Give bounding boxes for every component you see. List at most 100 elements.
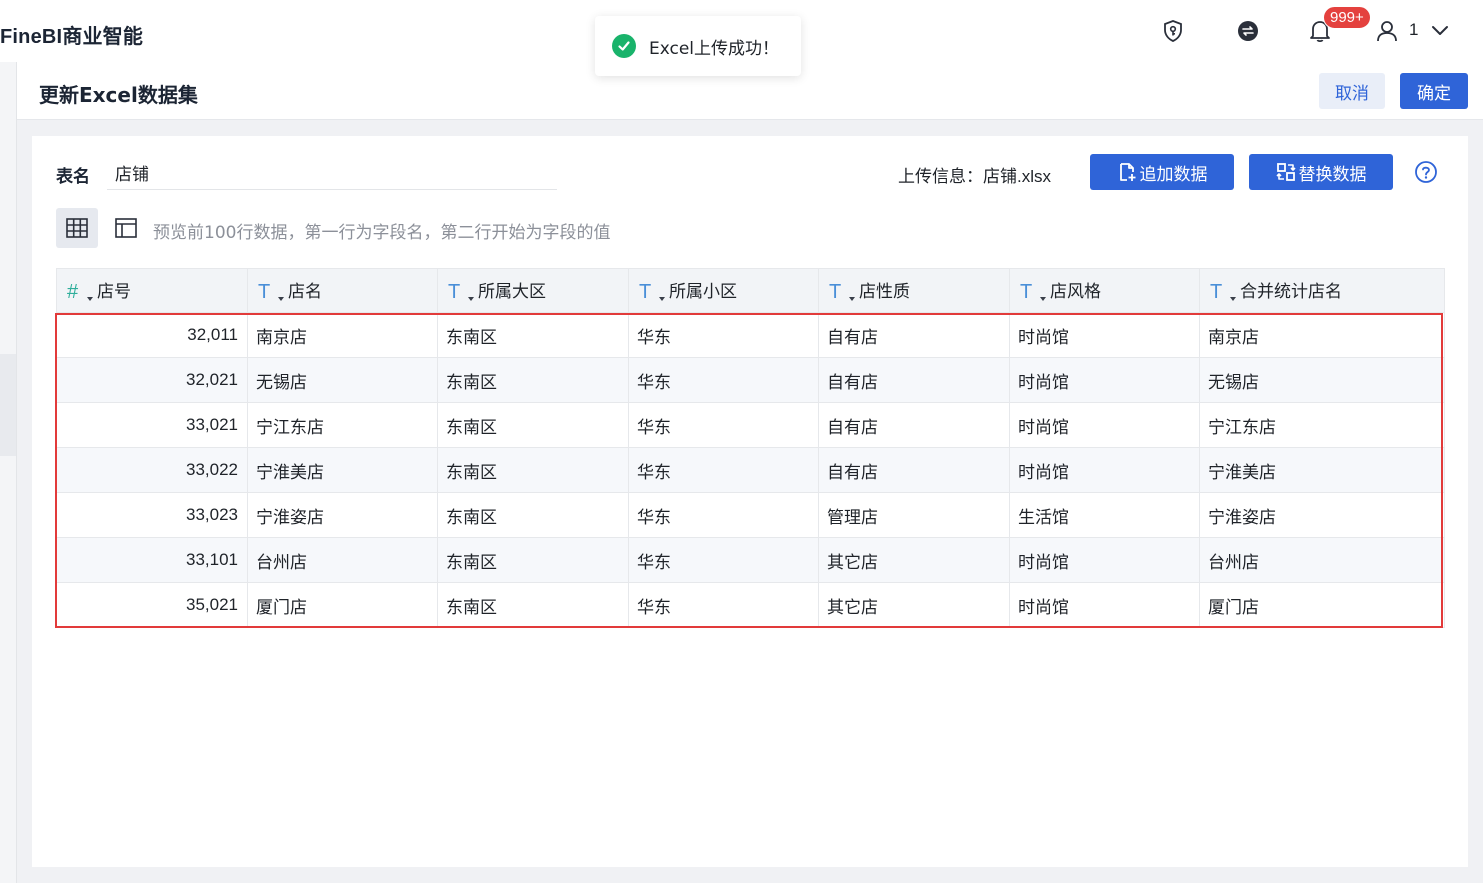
table-cell: 华东 [628, 312, 819, 358]
table-row: 33,023 宁淮姿店 东南区 华东 管理店 生活馆 宁淮姿店 [56, 492, 1445, 538]
table-cell: 华东 [628, 402, 819, 448]
content-panel: 表名 上传信息：店铺.xlsx 追加数据 替换数据 [32, 136, 1468, 867]
table-cell: 33,022 [56, 447, 248, 493]
replace-icon [1275, 163, 1296, 181]
grid-icon [66, 218, 88, 238]
table-cell: 东南区 [437, 312, 629, 358]
table-cell: 厦门店 [1199, 582, 1445, 628]
table-cell: 东南区 [437, 402, 629, 448]
layout-view-button[interactable] [105, 208, 147, 248]
table-cell: 时尚馆 [1009, 312, 1200, 358]
cancel-button[interactable]: 取消 [1319, 73, 1385, 109]
table-cell: 无锡店 [1199, 357, 1445, 403]
table-cell: 台州店 [1199, 537, 1445, 583]
table-name-label: 表名 [56, 167, 90, 187]
side-active-marker [0, 354, 16, 456]
switch-icon[interactable] [1235, 18, 1261, 44]
column-header[interactable]: T 店风格 [1009, 268, 1200, 313]
table-cell: 华东 [628, 492, 819, 538]
table-cell: 台州店 [247, 537, 438, 583]
table-cell: 33,023 [56, 492, 248, 538]
table-header-row: # 店号 T 店名 T 所属大区 T 所属小区 T 店性质 T 店风格 T 合并统计店名 [56, 268, 1445, 313]
grid-view-button[interactable] [56, 208, 98, 248]
table-row: 35,021 厦门店 东南区 华东 其它店 时尚馆 厦门店 [56, 582, 1445, 628]
append-data-button[interactable]: 追加数据 [1090, 154, 1234, 190]
toast-message: Excel上传成功！ [649, 38, 780, 59]
table-cell: 东南区 [437, 492, 629, 538]
confirm-button[interactable]: 确定 [1400, 73, 1468, 109]
table-cell: 32,011 [56, 312, 248, 358]
table-cell: 时尚馆 [1009, 537, 1200, 583]
table-cell: 自有店 [818, 402, 1010, 448]
table-cell: 33,101 [56, 537, 248, 583]
number-type-icon[interactable]: # [67, 281, 97, 304]
table-cell: 时尚馆 [1009, 582, 1200, 628]
table-cell: 32,021 [56, 357, 248, 403]
table-cell: 管理店 [818, 492, 1010, 538]
text-type-icon[interactable]: T [829, 281, 859, 304]
text-type-icon[interactable]: T [448, 281, 478, 304]
column-header[interactable]: # 店号 [56, 268, 248, 313]
table-cell: 宁江东店 [1199, 402, 1445, 448]
table-cell: 华东 [628, 582, 819, 628]
column-header[interactable]: T 所属大区 [437, 268, 629, 313]
table-cell: 华东 [628, 447, 819, 493]
table-cell: 35,021 [56, 582, 248, 628]
app-logo[interactable]: FineBI商业智能 [0, 20, 143, 49]
table-name-input[interactable] [107, 156, 557, 190]
column-header[interactable]: T 店性质 [818, 268, 1010, 313]
user-icon[interactable] [1374, 18, 1400, 44]
notification-badge: 999+ [1323, 6, 1371, 29]
table-cell: 宁淮姿店 [1199, 492, 1445, 538]
table-cell: 其它店 [818, 582, 1010, 628]
table-cell: 无锡店 [247, 357, 438, 403]
page-title: 更新Excel数据集 [39, 83, 198, 107]
file-add-icon [1119, 163, 1135, 181]
table-cell: 时尚馆 [1009, 357, 1200, 403]
table-cell: 33,021 [56, 402, 248, 448]
table-cell: 自有店 [818, 447, 1010, 493]
help-icon[interactable] [1414, 160, 1438, 184]
upload-info: 上传信息：店铺.xlsx [898, 162, 1051, 187]
user-name[interactable]: 1 [1409, 20, 1418, 40]
table-cell: 宁淮美店 [1199, 447, 1445, 493]
table-cell: 南京店 [1199, 312, 1445, 358]
column-header[interactable]: T 所属小区 [628, 268, 819, 313]
table-cell: 自有店 [818, 357, 1010, 403]
text-type-icon[interactable]: T [258, 281, 288, 304]
append-data-label: 追加数据 [1139, 164, 1208, 185]
table-row: 33,101 台州店 东南区 华东 其它店 时尚馆 台州店 [56, 537, 1445, 583]
upload-file-name: 店铺.xlsx [983, 167, 1051, 186]
table-cell: 厦门店 [247, 582, 438, 628]
table-cell: 宁江东店 [247, 402, 438, 448]
column-header[interactable]: T 合并统计店名 [1199, 268, 1445, 313]
replace-data-label: 替换数据 [1298, 164, 1367, 185]
text-type-icon[interactable]: T [1020, 281, 1050, 304]
table-cell: 时尚馆 [1009, 447, 1200, 493]
table-row: 33,021 宁江东店 东南区 华东 自有店 时尚馆 宁江东店 [56, 402, 1445, 448]
success-toast: Excel上传成功！ [595, 16, 801, 76]
table-row: 32,011 南京店 东南区 华东 自有店 时尚馆 南京店 [56, 312, 1445, 358]
chevron-down-icon[interactable] [1427, 18, 1453, 44]
table-cell: 华东 [628, 537, 819, 583]
table-cell: 东南区 [437, 582, 629, 628]
table-cell: 自有店 [818, 312, 1010, 358]
check-circle-icon [612, 34, 636, 58]
preview-hint: 预览前100行数据，第一行为字段名，第二行开始为字段的值 [153, 223, 611, 243]
table-cell: 生活馆 [1009, 492, 1200, 538]
table-cell: 东南区 [437, 537, 629, 583]
replace-data-button[interactable]: 替换数据 [1249, 154, 1393, 190]
table-row: 32,021 无锡店 东南区 华东 自有店 时尚馆 无锡店 [56, 357, 1445, 403]
table-cell: 时尚馆 [1009, 402, 1200, 448]
text-type-icon[interactable]: T [1210, 281, 1240, 304]
table-cell: 其它店 [818, 537, 1010, 583]
text-type-icon[interactable]: T [639, 281, 669, 304]
table-cell: 宁淮美店 [247, 447, 438, 493]
column-header[interactable]: T 店名 [247, 268, 438, 313]
table-cell: 南京店 [247, 312, 438, 358]
table-cell: 宁淮姿店 [247, 492, 438, 538]
upload-info-label: 上传信息： [898, 167, 983, 186]
shield-key-icon[interactable] [1160, 18, 1186, 44]
side-collapsed-panel [0, 62, 17, 883]
layout-icon [115, 218, 137, 238]
